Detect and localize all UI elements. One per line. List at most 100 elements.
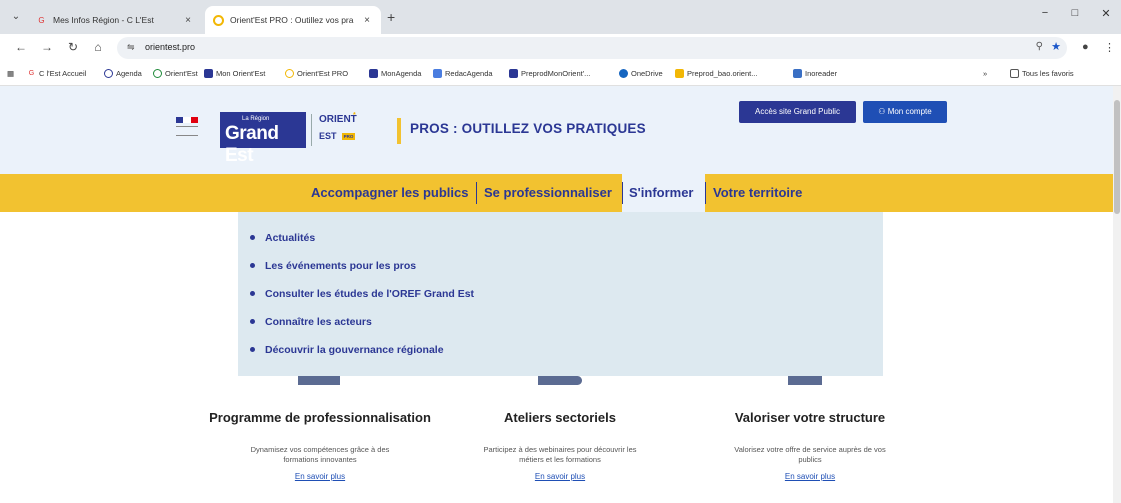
user-icon: ⚇ (878, 107, 888, 116)
bookmark-item[interactable]: Orient'Est PRO (285, 69, 348, 78)
forward-icon[interactable]: → (39, 40, 55, 54)
card-desc-line: publics (798, 455, 822, 464)
bookmark-item[interactable]: Preprod_bao.orient... (675, 69, 757, 78)
dropdown-item-label: Connaître les acteurs (265, 316, 372, 328)
bookmark-item[interactable]: GC l'Est Accueil (27, 69, 86, 78)
address-bar[interactable]: ⇋ orientest.pro ⚲ ★ (117, 37, 1067, 59)
bookmarks-more-button[interactable]: » (983, 69, 987, 78)
page-scrollbar[interactable] (1113, 86, 1121, 503)
pro-badge: PRO (342, 133, 355, 140)
web-page: La Région Grand Est ORIENT * EST PRO PRO… (0, 86, 1121, 503)
bookmark-favicon-icon (509, 69, 518, 78)
onedrive-icon (619, 69, 628, 78)
grand-est-logo[interactable]: La Région Grand Est (220, 112, 306, 166)
nav-separator (622, 182, 623, 204)
tab-orientest-pro[interactable]: Orient'Est PRO : Outillez vos pra × (205, 6, 381, 34)
tagline-accent (397, 118, 401, 144)
card-title: Ateliers sectoriels (503, 410, 616, 425)
bookmark-item[interactable]: Mon Orient'Est (204, 69, 265, 78)
tab-mes-infos[interactable]: G Mes Infos Région - C L'Est × (28, 6, 202, 34)
inoreader-icon (793, 69, 802, 78)
dropdown-item-label: Actualités (265, 232, 316, 244)
bookmark-favicon-icon (104, 69, 113, 78)
dropdown-item-label: Consulter les études de l'OREF Grand Est (265, 288, 475, 300)
tab-title: Mes Infos Région - C L'Est (53, 15, 154, 25)
bookmark-item[interactable]: RedacAgenda (433, 69, 493, 78)
close-tab-icon[interactable]: × (361, 15, 373, 26)
logo-region-name: Grand Est (225, 123, 279, 166)
card-title: Valoriser votre structure (734, 410, 886, 425)
card-link[interactable]: En savoir plus (760, 472, 860, 481)
card-desc-line: Participez à des webinaires pour découvr… (483, 445, 637, 454)
card-link[interactable]: En savoir plus (510, 472, 610, 481)
card-link[interactable]: En savoir plus (270, 472, 370, 481)
bookmark-favicon-icon (675, 69, 684, 78)
site-header: La Région Grand Est ORIENT * EST PRO PRO… (0, 86, 1113, 174)
minimize-button[interactable]: − (1031, 7, 1059, 19)
bookmark-item[interactable]: PreprodMonOrient'... (509, 69, 590, 78)
bookmark-item[interactable]: OneDrive (619, 69, 663, 78)
logo-divider (311, 114, 312, 146)
bullet-icon (250, 318, 255, 324)
dropdown-item-actualites[interactable]: Actualités (250, 232, 315, 244)
dropdown-item-gouvernance[interactable]: Découvrir la gouvernance régionale (250, 344, 444, 356)
nav-votre-territoire[interactable]: Votre territoire (713, 185, 802, 200)
bookmark-item[interactable]: MonAgenda (369, 69, 421, 78)
site-info-icon[interactable]: ⇋ (127, 42, 135, 53)
bullet-icon (250, 234, 255, 240)
bookmark-item[interactable]: Orient'Est (153, 69, 198, 78)
dropdown-item-label: Les événements pour les pros (265, 260, 417, 272)
browser-window: ⌄ G Mes Infos Région - C L'Est × Orient'… (0, 0, 1121, 503)
new-tab-button[interactable]: + (387, 9, 395, 25)
tab-strip: ⌄ G Mes Infos Région - C L'Est × Orient'… (0, 0, 1121, 34)
bookmark-item[interactable]: Agenda (104, 69, 142, 78)
bullet-icon (250, 346, 255, 352)
s-informer-dropdown: Actualités Les événements pour les pros … (238, 212, 883, 376)
dropdown-item-etudes-oref[interactable]: Consulter les études de l'OREF Grand Est (250, 288, 474, 300)
bookmark-favicon-icon: G (27, 69, 36, 78)
profile-icon[interactable]: ● (1082, 41, 1089, 53)
dropdown-item-acteurs[interactable]: Connaître les acteurs (250, 316, 372, 328)
back-icon[interactable]: ← (13, 40, 29, 54)
card-desc-line: Valorisez votre offre de service auprès … (734, 445, 886, 454)
nav-separator (705, 182, 706, 204)
bookmark-star-icon[interactable]: ★ (1051, 40, 1061, 53)
nav-accompagner[interactable]: Accompagner les publics (311, 185, 469, 200)
card-desc-line: formations innovantes (283, 455, 357, 464)
nav-se-professionnaliser[interactable]: Se professionnaliser (484, 185, 612, 200)
folder-icon (1010, 69, 1019, 78)
bookmark-favicon-icon (153, 69, 162, 78)
bookmark-item[interactable]: Inoreader (793, 69, 837, 78)
dropdown-item-evenements[interactable]: Les événements pour les pros (250, 260, 416, 272)
nav-s-informer[interactable]: S'informer (629, 185, 694, 200)
valoriser-illustration (788, 376, 822, 385)
ateliers-illustration (538, 376, 582, 385)
close-tab-icon[interactable]: × (182, 15, 194, 26)
card-desc-line: Dynamisez vos compétences grâce à des (250, 445, 390, 454)
home-icon[interactable]: ⌂ (90, 40, 106, 54)
dropdown-item-label: Découvrir la gouvernance régionale (265, 344, 444, 356)
orientest-logo-line2: EST (319, 131, 337, 141)
grand-public-button[interactable]: Accès site Grand Public (739, 101, 856, 123)
republique-francaise-logo (176, 117, 198, 143)
scrollbar-thumb[interactable] (1114, 100, 1120, 214)
tab-favicon-icon (213, 14, 224, 26)
all-bookmarks-button[interactable]: Tous les favoris (1010, 69, 1074, 78)
menu-kebab-icon[interactable]: ⋮ (1104, 41, 1115, 54)
zoom-icon[interactable]: ⚲ (1036, 41, 1043, 52)
account-button[interactable]: ⚇ Mon compte (863, 101, 947, 123)
close-window-button[interactable]: ✕ (1092, 7, 1120, 20)
url-text: orientest.pro (145, 42, 196, 52)
apps-grid-icon[interactable]: ▦ (7, 69, 14, 78)
nav-separator (476, 182, 477, 204)
reload-icon[interactable]: ↻ (65, 40, 81, 54)
bookmark-favicon-icon (204, 69, 213, 78)
bookmarks-bar: ▦ GC l'Est Accueil Agenda Orient'Est Mon… (0, 62, 1121, 86)
bookmark-favicon-icon (285, 69, 294, 78)
bullet-icon (250, 290, 255, 296)
logo-region-label: La Région (242, 116, 270, 122)
tab-search-icon[interactable]: ⌄ (8, 9, 24, 25)
site-tagline: PROS : OUTILLEZ VOS PRATIQUES (410, 121, 646, 136)
card-title: Programme de professionnalisation (209, 410, 431, 425)
maximize-button[interactable]: □ (1061, 7, 1089, 19)
